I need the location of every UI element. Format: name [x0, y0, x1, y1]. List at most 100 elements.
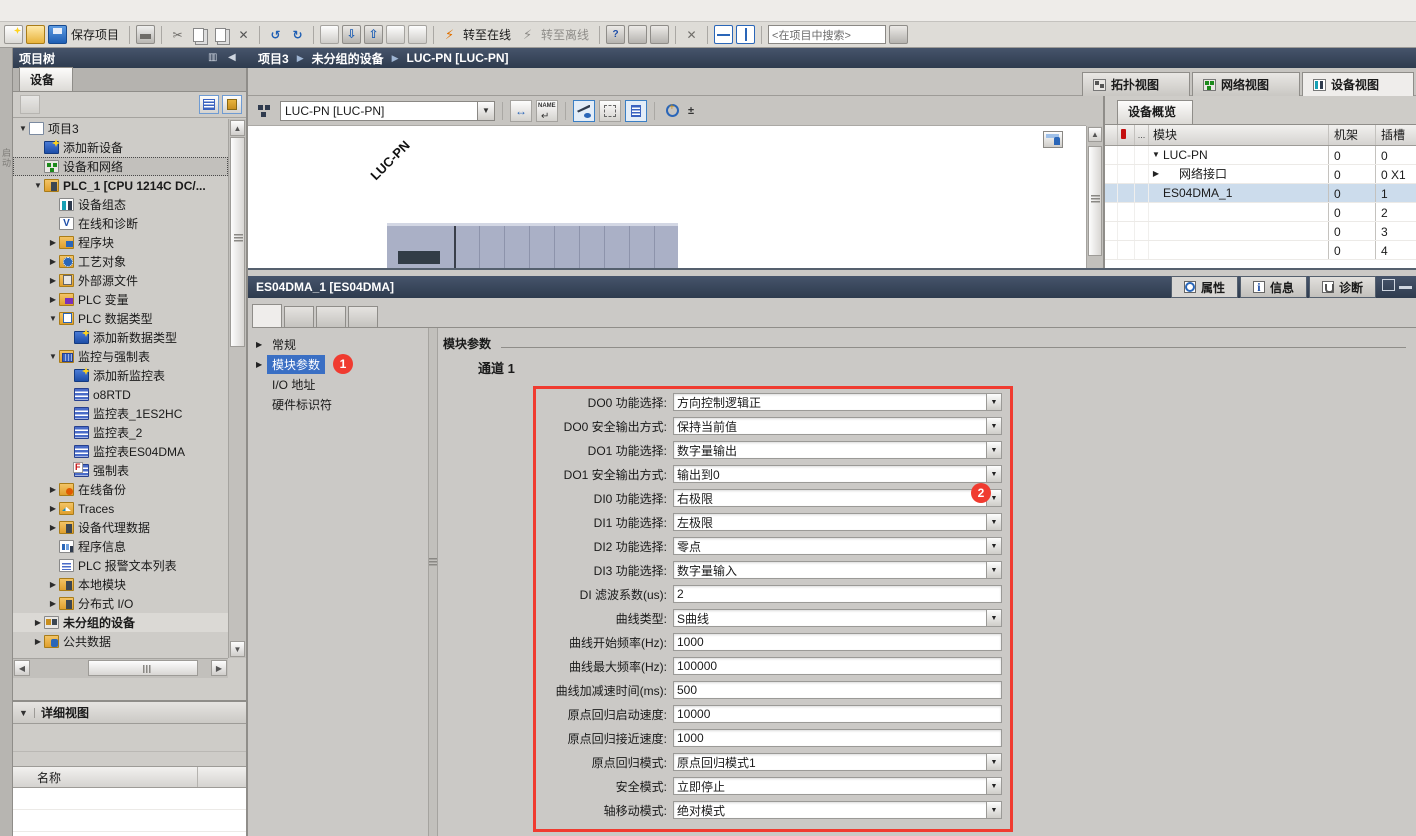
- device-view-canvas[interactable]: LUC-PN: [248, 126, 1086, 268]
- device-rack-graphic[interactable]: [387, 223, 678, 268]
- breadcrumb-project[interactable]: 项目3: [258, 50, 289, 67]
- field-input[interactable]: 零点 ▼: [673, 537, 1002, 555]
- paste-icon[interactable]: [212, 25, 231, 44]
- split-vertical-icon[interactable]: [736, 25, 755, 44]
- insert-window-icon[interactable]: [650, 25, 669, 44]
- properties-subtab[interactable]: [252, 304, 282, 327]
- project-search-input[interactable]: [768, 25, 886, 44]
- tree-item[interactable]: ▶ 分布式 I/O: [13, 594, 228, 613]
- library-icon[interactable]: [889, 25, 908, 44]
- tree-item[interactable]: ▶ 程序块: [13, 233, 228, 252]
- expander-icon[interactable]: ▶: [47, 504, 59, 513]
- compile-icon[interactable]: [320, 25, 339, 44]
- chevron-down-icon[interactable]: ▼: [986, 802, 1001, 818]
- tree-item[interactable]: 在线和诊断: [13, 214, 228, 233]
- chevron-down-icon[interactable]: ▼: [986, 466, 1001, 482]
- tab-properties[interactable]: 属性: [1171, 276, 1238, 298]
- scroll-right-icon[interactable]: ▶: [211, 660, 227, 676]
- tree-item[interactable]: 强制表: [13, 461, 228, 480]
- chevron-down-icon[interactable]: ▼: [986, 394, 1001, 410]
- tree-item[interactable]: ▼ PLC 数据类型: [13, 309, 228, 328]
- page-setup-icon[interactable]: [1043, 131, 1063, 148]
- undo-icon[interactable]: ↺: [266, 25, 285, 44]
- tree-item[interactable]: ▼ PLC_1 [CPU 1214C DC/...: [13, 176, 228, 195]
- expander-icon[interactable]: ▶: [47, 295, 59, 304]
- auto-collapse-icon[interactable]: ▥: [208, 52, 222, 64]
- collapse-window-icon[interactable]: [1399, 279, 1412, 289]
- device-overview-row[interactable]: 0 4: [1105, 241, 1416, 260]
- field-input[interactable]: 输出到0 ▼: [673, 465, 1002, 483]
- menu-item[interactable]: [124, 9, 148, 13]
- stop-cpu-icon[interactable]: [408, 25, 427, 44]
- scroll-left-icon[interactable]: ◀: [14, 660, 30, 676]
- float-window-icon[interactable]: [1382, 279, 1395, 291]
- device-selector-dropdown[interactable]: LUC-PN [LUC-PN] ▼: [280, 101, 495, 121]
- properties-subtab[interactable]: [284, 306, 314, 327]
- menu-item[interactable]: [52, 9, 76, 13]
- field-input[interactable]: 方向控制逻辑正 ▼: [673, 393, 1002, 411]
- expander-icon[interactable]: ▼: [1149, 145, 1163, 165]
- field-input[interactable]: 立即停止 ▼: [673, 777, 1002, 795]
- field-input[interactable]: 左极限 ▼: [673, 513, 1002, 531]
- tree-item[interactable]: ▶ 公共数据: [13, 632, 228, 651]
- start-cpu-icon[interactable]: [386, 25, 405, 44]
- expander-icon[interactable]: ▼: [17, 124, 29, 133]
- chevron-down-icon[interactable]: ▼: [477, 102, 494, 120]
- tree-item[interactable]: 程序信息: [13, 537, 228, 556]
- scrollbar-thumb[interactable]: [230, 137, 245, 347]
- chevron-down-icon[interactable]: ▼: [986, 538, 1001, 554]
- tree-item[interactable]: 设备和网络: [13, 157, 228, 176]
- field-input[interactable]: 数字量输出 ▼: [673, 441, 1002, 459]
- field-input[interactable]: 数字量输入 ▼: [673, 561, 1002, 579]
- tree-item[interactable]: o8RTD: [13, 385, 228, 404]
- expander-icon[interactable]: ▶: [47, 257, 59, 266]
- go-offline-label[interactable]: 转至离线: [541, 26, 589, 43]
- nav-splitter[interactable]: [428, 328, 438, 836]
- go-offline-icon[interactable]: ⚡: [518, 25, 537, 44]
- list-view-icon[interactable]: [199, 95, 219, 114]
- chevron-down-icon[interactable]: ▼: [986, 514, 1001, 530]
- expander-icon[interactable]: ▶: [47, 580, 59, 589]
- upload-icon[interactable]: [364, 25, 383, 44]
- scrollbar-thumb[interactable]: [88, 660, 198, 676]
- expander-icon[interactable]: ▶: [47, 238, 59, 247]
- field-input[interactable]: 原点回归模式1 ▼: [673, 753, 1002, 771]
- device-overview-row[interactable]: ▼LUC-PN 0 0: [1105, 146, 1416, 165]
- tree-item[interactable]: PLC 报警文本列表: [13, 556, 228, 575]
- name-assign-icon[interactable]: [536, 100, 558, 122]
- chevron-down-icon[interactable]: ▼: [986, 754, 1001, 770]
- tree-item[interactable]: ▶ 未分组的设备: [13, 613, 228, 632]
- menu-item[interactable]: [100, 9, 124, 13]
- table-view-icon[interactable]: [625, 100, 647, 122]
- tree-item[interactable]: 监控表ES04DMA: [13, 442, 228, 461]
- properties-subtab[interactable]: [316, 306, 346, 327]
- open-project-icon[interactable]: [26, 25, 45, 44]
- detail-name-column-header[interactable]: 名称: [13, 766, 246, 788]
- menu-item[interactable]: [28, 9, 52, 13]
- properties-subtab[interactable]: [348, 306, 378, 327]
- tab-devices[interactable]: 设备: [19, 67, 73, 91]
- zoom-in-icon[interactable]: [662, 100, 684, 122]
- tab-network-view[interactable]: 网络视图: [1192, 72, 1300, 96]
- cut-icon[interactable]: ✂: [168, 25, 187, 44]
- expander-icon[interactable]: ▶: [32, 637, 44, 646]
- detail-view-header[interactable]: ▼ 详细视图: [13, 702, 246, 724]
- properties-nav-item[interactable]: ▶ 常规: [252, 334, 428, 354]
- catalog-view-icon[interactable]: [222, 95, 242, 114]
- expander-icon[interactable]: ▶: [47, 599, 59, 608]
- fit-width-icon[interactable]: [510, 100, 532, 122]
- field-input[interactable]: 保持当前值 ▼: [673, 417, 1002, 435]
- expander-icon[interactable]: ▶: [47, 276, 59, 285]
- chevron-down-icon[interactable]: ▼: [986, 418, 1001, 434]
- tab-diagnostics[interactable]: 诊断: [1309, 276, 1376, 298]
- save-project-icon[interactable]: [48, 25, 67, 44]
- field-input[interactable]: 右极限 ▼: [673, 489, 1002, 507]
- tree-item[interactable]: ▼ 监控与强制表: [13, 347, 228, 366]
- scroll-down-icon[interactable]: ▼: [230, 641, 245, 657]
- device-overview-row[interactable]: 0 3: [1105, 222, 1416, 241]
- tree-item[interactable]: 添加新设备: [13, 138, 228, 157]
- field-input[interactable]: 500 ▼: [673, 681, 1002, 699]
- delete-icon[interactable]: ✕: [234, 25, 253, 44]
- station-icon[interactable]: [254, 100, 276, 122]
- tree-item[interactable]: 监控表_1ES2HC: [13, 404, 228, 423]
